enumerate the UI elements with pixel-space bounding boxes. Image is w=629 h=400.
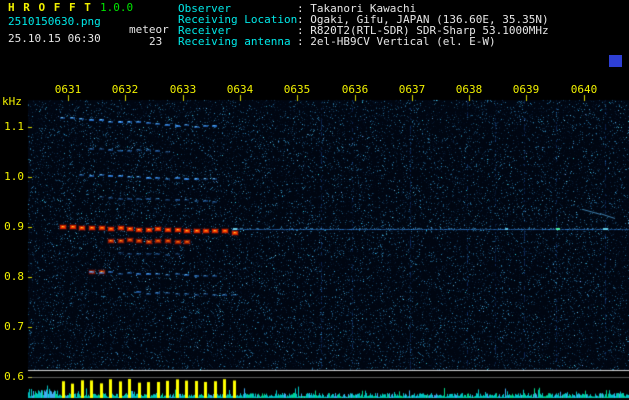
info-label-antenna: Receiving antenna (178, 35, 291, 48)
info-value-antenna: : 2el-HB9CV Vertical (el. E-W) (297, 35, 496, 48)
app-title: H R O F F T (8, 1, 92, 14)
time-label: 0633 (169, 83, 197, 96)
datetime-label: 25.10.15 06:30 (8, 32, 101, 45)
hrofft-output: H R O F F T 1.0.0 2510150630.png meteor … (0, 0, 629, 400)
mode-label: meteor (129, 23, 169, 36)
time-label: 0637 (398, 83, 426, 96)
time-label: 0632 (111, 83, 139, 96)
spectrogram-canvas (0, 0, 629, 400)
echo-count: 23 (149, 35, 163, 48)
time-label: 0640 (570, 83, 598, 96)
time-label: 0631 (54, 83, 82, 96)
time-label: 0638 (455, 83, 483, 96)
level-indicator-square (609, 55, 622, 67)
freq-label: 0.7 (4, 320, 24, 333)
time-label: 0634 (226, 83, 254, 96)
freq-label: 0.9 (4, 220, 24, 233)
time-label: 0636 (341, 83, 369, 96)
app-version: 1.0.0 (100, 1, 134, 14)
freq-label: 0.6 (4, 370, 24, 383)
output-filename: 2510150630.png (8, 15, 101, 28)
time-label: 0639 (512, 83, 540, 96)
freq-unit-label: kHz (2, 95, 22, 108)
time-label: 0635 (283, 83, 311, 96)
freq-label: 0.8 (4, 270, 24, 283)
freq-label: 1.0 (4, 170, 24, 183)
freq-label: 1.1 (4, 120, 24, 133)
